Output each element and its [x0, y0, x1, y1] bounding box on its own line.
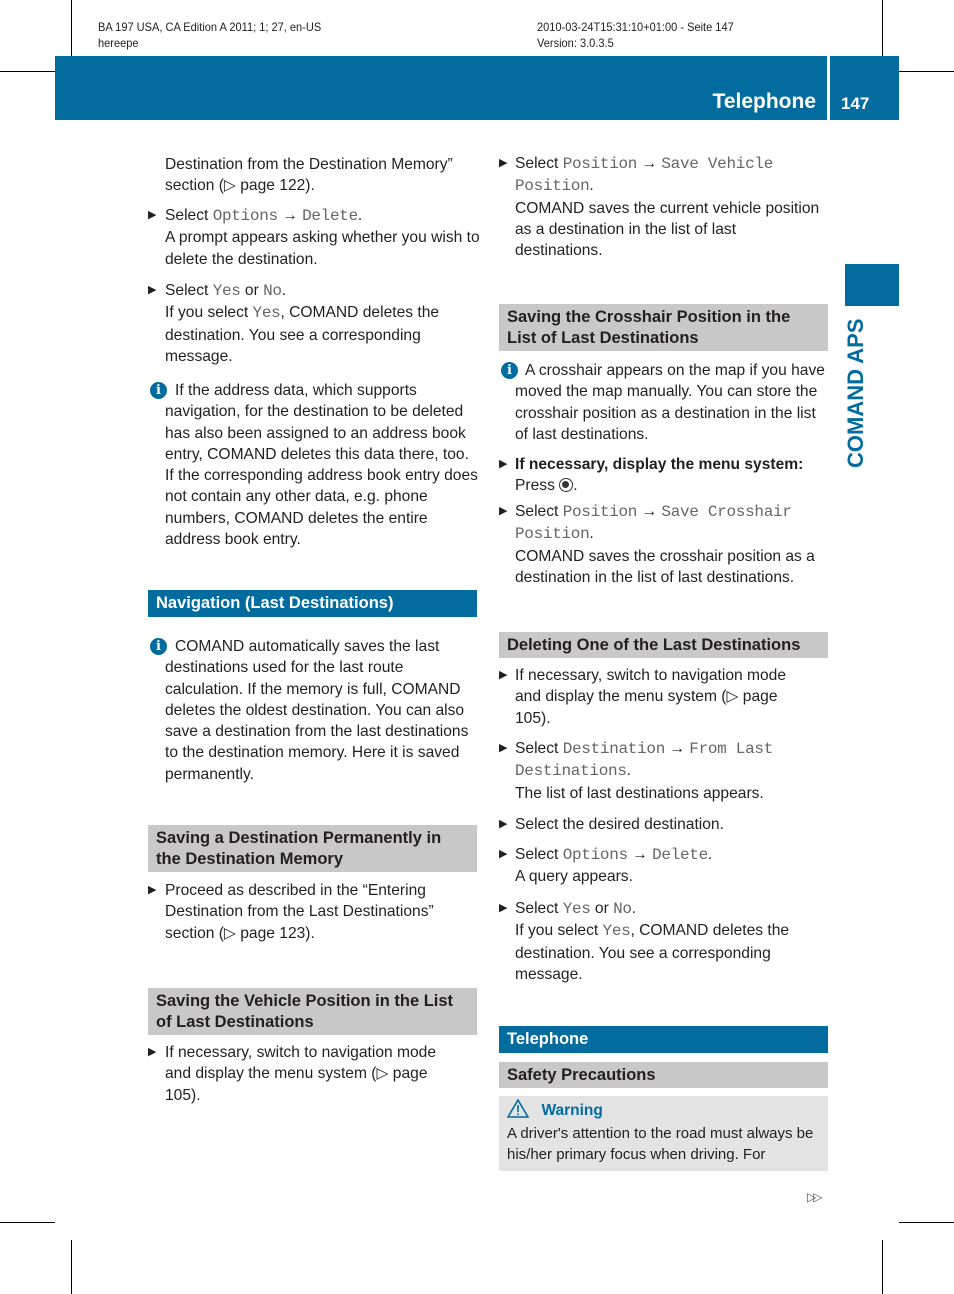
warning-box: Warning A driver's attention to the road… [499, 1096, 828, 1171]
section-heading: Telephone [499, 1026, 828, 1053]
author-text: hereepe [98, 36, 139, 50]
subsection-heading: Saving a Destination Permanently in the … [148, 825, 477, 872]
crop-mark [899, 1222, 954, 1223]
subsection-heading: Safety Precautions [499, 1062, 828, 1088]
step: Select Yes or No. If you select Yes, COM… [515, 900, 790, 983]
subsection-heading: Deleting One of the Last Destinations [499, 632, 828, 658]
warning-text: A driver's attention to the road must al… [507, 1125, 814, 1163]
bullet-icon: ▶ [148, 209, 157, 221]
step: Select Position → Save Vehicle Position.… [515, 155, 820, 260]
step: If necessary, display the menu system: P… [515, 456, 804, 495]
paragraph: Destination from the Destination Memory”… [165, 156, 453, 195]
warning-triangle-icon [506, 1098, 530, 1118]
bullet-icon: ▶ [148, 284, 157, 296]
edition-text: BA 197 USA, CA Edition A 2011; 1; 27, en… [98, 20, 322, 34]
continued-icon: ▷▷ [807, 1190, 823, 1204]
bullet-icon: ▶ [499, 505, 508, 517]
step: Select Options → Delete. A query appears… [515, 846, 713, 886]
bullet-icon: ▶ [499, 669, 508, 681]
banner-divider [827, 56, 830, 120]
step: Select Yes or No. If you select Yes, COM… [165, 282, 440, 365]
warning-header: Warning [506, 1098, 820, 1123]
step: Select Destination → From Last Destinati… [515, 740, 773, 802]
bullet-icon: ▶ [499, 458, 508, 470]
warning-title: Warning [541, 1102, 603, 1119]
controller-press-icon [559, 478, 574, 493]
step: If necessary, switch to navigation mode … [165, 1044, 437, 1104]
version-text: Version: 3.0.3.5 [537, 36, 614, 50]
step: Select Position → Save Crosshair Positio… [515, 503, 815, 586]
crop-mark [0, 1222, 55, 1223]
subsection-heading: Saving the Crosshair Position in the Lis… [499, 304, 828, 351]
bullet-icon: ▶ [499, 848, 508, 860]
step: If necessary, switch to navigation mode … [515, 667, 787, 727]
crop-mark [882, 1240, 883, 1294]
step: Select the desired destination. [515, 816, 724, 833]
section-heading: Navigation (Last Destinations) [148, 590, 477, 617]
side-tab-label: COMAND APS [843, 318, 868, 468]
crop-mark [899, 71, 954, 72]
crop-mark [71, 0, 72, 56]
bullet-icon: ▶ [499, 157, 508, 169]
bullet-icon: ▶ [499, 818, 508, 830]
chapter-title: Telephone [712, 90, 816, 113]
info-note: If the address data, which supports navi… [165, 382, 478, 549]
crop-mark [0, 71, 55, 72]
step: Select Options → Delete. A prompt appear… [165, 207, 480, 268]
info-note: COMAND automatically saves the last dest… [165, 638, 469, 783]
subsection-heading: Saving the Vehicle Position in the List … [148, 988, 477, 1035]
timestamp-text: 2010-03-24T15:31:10+01:00 - Seite 147 [537, 20, 734, 34]
page-number: 147 [841, 94, 870, 113]
bullet-icon: ▶ [148, 1046, 157, 1058]
crop-mark [882, 0, 883, 56]
step: Proceed as described in the “Entering De… [165, 882, 434, 942]
bullet-icon: ▶ [499, 742, 508, 754]
bullet-icon: ▶ [499, 902, 508, 914]
crop-mark [71, 1240, 72, 1294]
print-info-left: BA 197 USA, CA Edition A 2011; 1; 27, en… [98, 19, 321, 51]
chapter-banner: Telephone 147 [55, 56, 899, 120]
print-info-right: 2010-03-24T15:31:10+01:00 - Seite 147 Ve… [537, 19, 734, 51]
info-note: A crosshair appears on the map if you ha… [515, 362, 825, 443]
bullet-icon: ▶ [148, 884, 157, 896]
side-tab [845, 264, 899, 306]
